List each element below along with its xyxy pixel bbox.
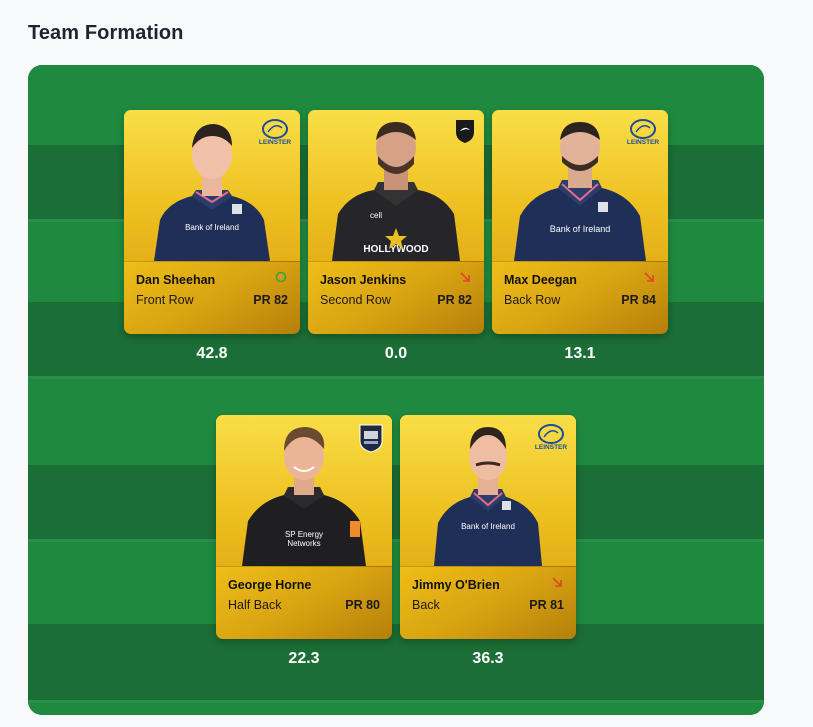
player-card[interactable]: SP Energy Networks George Horne Half Bac… [216, 415, 392, 639]
club-badge-leinster: LEINSTER [626, 118, 660, 150]
player-rating: PR 81 [529, 598, 564, 612]
club-badge-leinster: LEINSTER [258, 118, 292, 150]
svg-text:HOLLYWOOD: HOLLYWOOD [363, 244, 428, 255]
arrow-down-right-icon [458, 270, 472, 284]
player-rating: PR 82 [437, 293, 472, 307]
player-card[interactable]: Bank of Ireland LEINSTER Dan Sheehan Fro… [124, 110, 300, 334]
club-badge-glasgow [358, 423, 384, 453]
player-rating: PR 80 [345, 598, 380, 612]
circle-icon [274, 270, 288, 284]
player-info: Dan Sheehan Front Row PR 82 [124, 261, 300, 334]
svg-text:SP Energy: SP Energy [285, 530, 323, 539]
player-name: Jimmy O'Brien [412, 578, 500, 592]
player-position: Half Back [228, 598, 282, 612]
svg-text:LEINSTER: LEINSTER [259, 139, 291, 146]
player-position: Back [412, 598, 440, 612]
player-score: 0.0 [384, 345, 408, 362]
svg-text:Bank of Ireland: Bank of Ireland [185, 223, 239, 232]
player-name: Dan Sheehan [136, 273, 216, 287]
svg-text:cell: cell [370, 211, 382, 220]
player-name: Jason Jenkins [320, 273, 407, 287]
arrow-down-right-icon [550, 575, 564, 589]
player-score: 36.3 [472, 650, 504, 667]
player-name: Max Deegan [504, 273, 577, 287]
formation-pitch: Bank of Ireland LEINSTER Dan Sheehan Fro… [28, 65, 764, 715]
player-score: 13.1 [564, 345, 596, 362]
player-info: George Horne Half Back PR 80 [216, 566, 392, 639]
club-badge-leinster: LEINSTER [534, 423, 568, 455]
player-card[interactable]: Bank of Ireland LEINSTER Jimmy O'Brien B… [400, 415, 576, 639]
svg-text:LEINSTER: LEINSTER [535, 444, 567, 451]
svg-text:Bank of Ireland: Bank of Ireland [461, 522, 515, 531]
svg-text:Bank of Ireland: Bank of Ireland [550, 224, 611, 234]
player-position: Front Row [136, 293, 194, 307]
player-position: Back Row [504, 293, 561, 307]
svg-text:Networks: Networks [287, 539, 320, 548]
player-score: 42.8 [196, 345, 228, 362]
player-position: Second Row [320, 293, 391, 307]
page-title: Team Formation [28, 22, 184, 44]
player-card[interactable]: Bank of Ireland LEINSTER Max Deegan Back… [492, 110, 668, 334]
player-score: 22.3 [288, 650, 320, 667]
arrow-down-right-icon [642, 270, 656, 284]
player-card[interactable]: HOLLYWOOD cell Jason Jenkins Second Row … [308, 110, 484, 334]
club-badge-sharks [454, 118, 476, 144]
player-rating: PR 84 [621, 293, 656, 307]
player-name: George Horne [228, 578, 312, 592]
player-info: Jason Jenkins Second Row PR 82 [308, 261, 484, 334]
player-rating: PR 82 [253, 293, 288, 307]
player-info: Jimmy O'Brien Back PR 81 [400, 566, 576, 639]
svg-text:LEINSTER: LEINSTER [627, 139, 659, 146]
player-info: Max Deegan Back Row PR 84 [492, 261, 668, 334]
